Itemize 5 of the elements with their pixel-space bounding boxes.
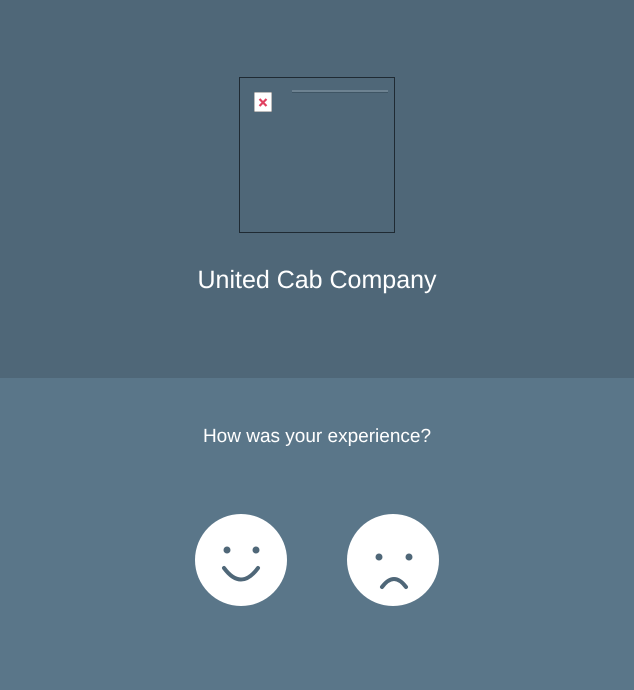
company-name: United Cab Company [197, 266, 436, 295]
feedback-question: How was your experience? [202, 426, 432, 448]
sad-face-button[interactable] [346, 513, 440, 607]
broken-image-icon [254, 92, 272, 112]
happy-face-button[interactable] [194, 513, 288, 607]
